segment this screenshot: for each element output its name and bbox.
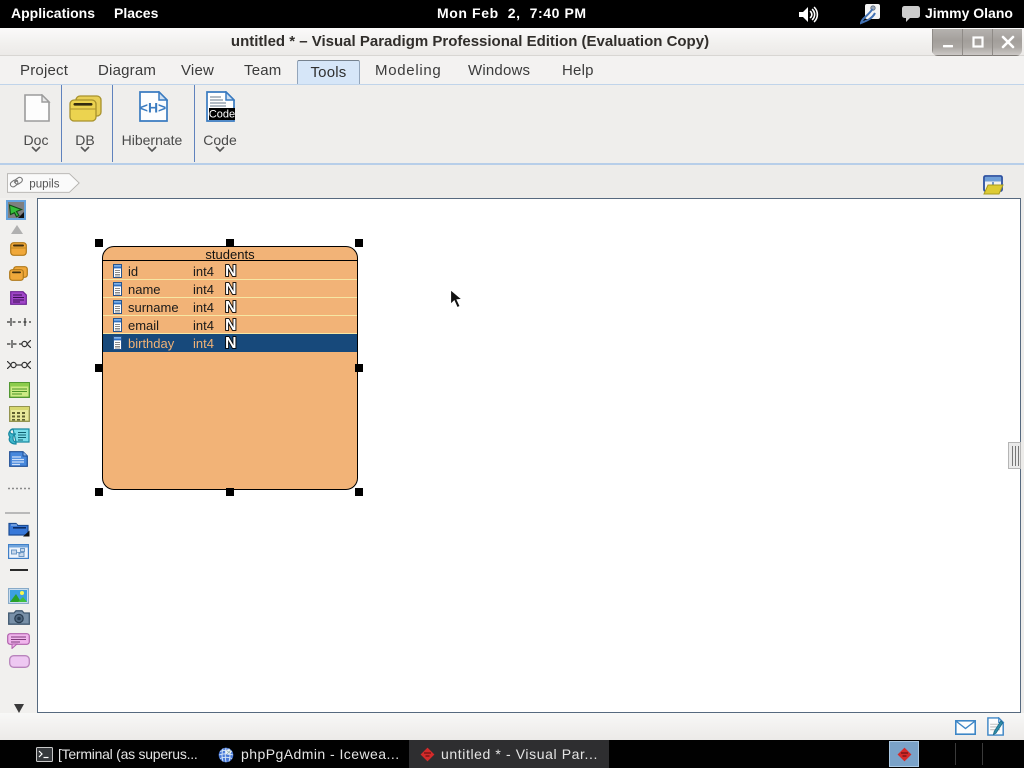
svg-text:pupils: pupils — [29, 178, 59, 190]
svg-text:<H>: <H> — [140, 100, 166, 116]
svg-text:Code: Code — [209, 109, 235, 121]
